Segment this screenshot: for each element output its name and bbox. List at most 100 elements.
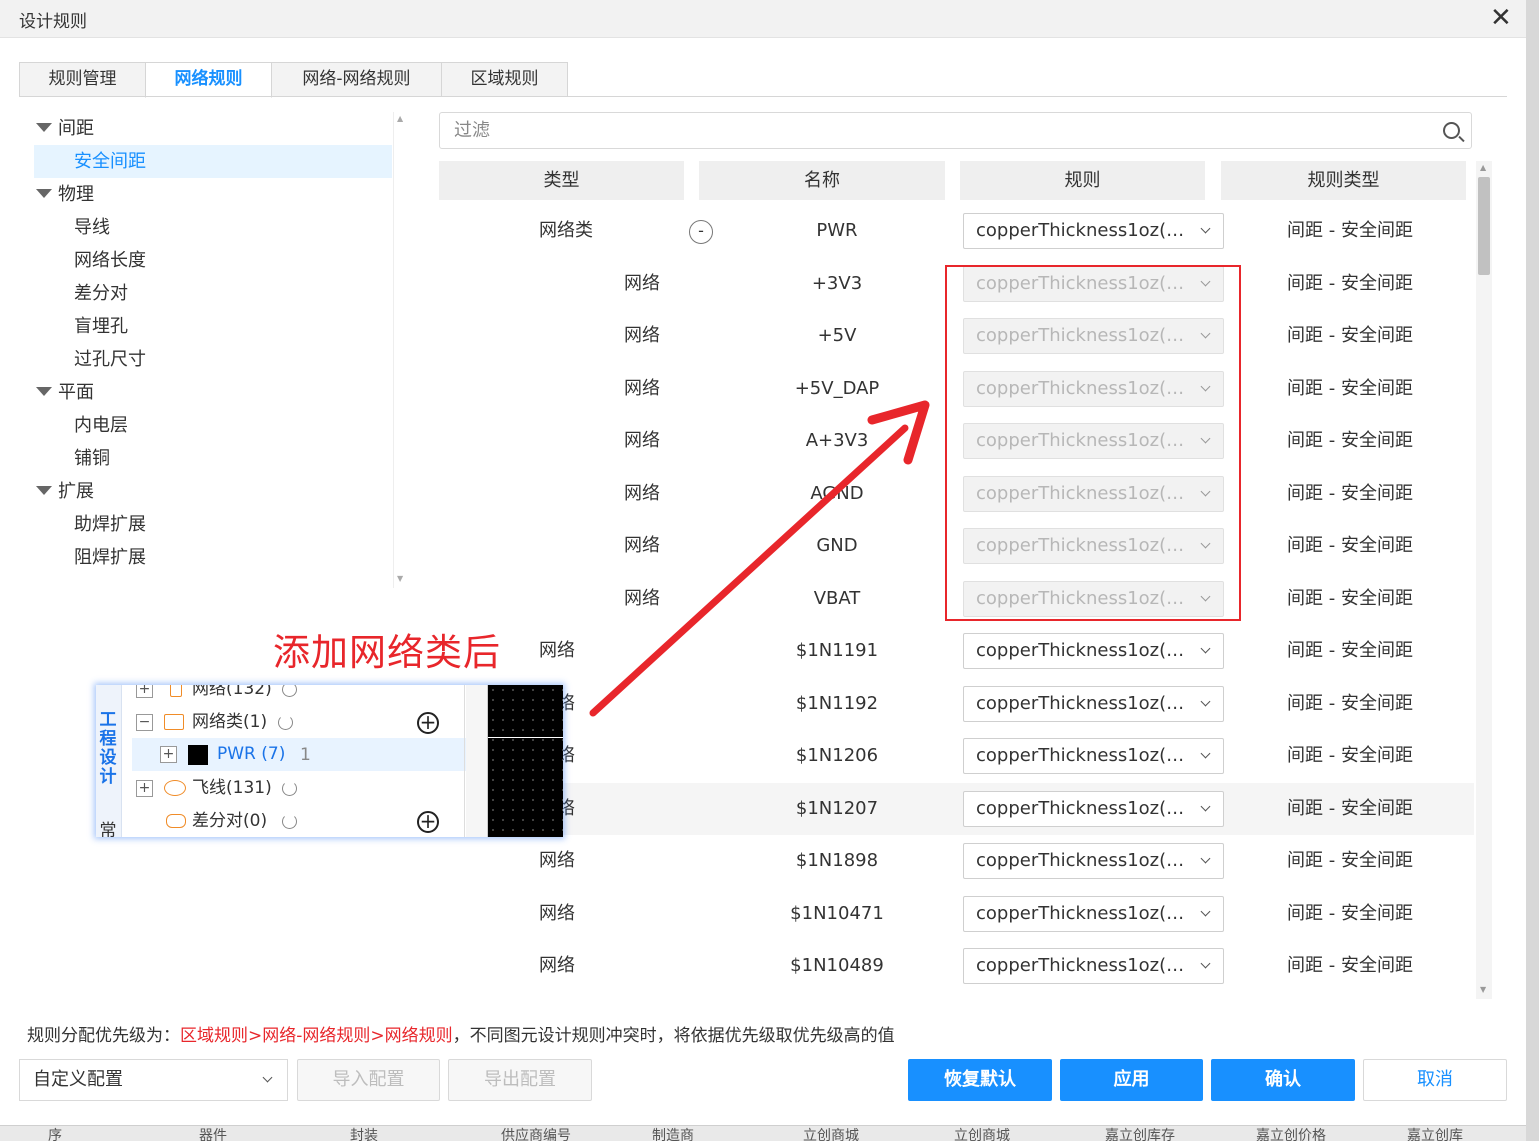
- cell-name: +5V: [817, 325, 857, 346]
- search-icon[interactable]: [1443, 122, 1460, 139]
- apply-button[interactable]: 应用: [1060, 1059, 1203, 1101]
- table-row[interactable]: 网络 $1N10471 copperThickness1oz(默认) 间距 - 安全间…: [439, 888, 1474, 940]
- rule-select[interactable]: copperThickness1oz(默认): [963, 633, 1224, 669]
- filter-input[interactable]: [440, 113, 1430, 148]
- tree-item[interactable]: 过孔尺寸: [34, 343, 392, 376]
- caret-down-icon[interactable]: [36, 188, 52, 198]
- rule-select-value: copperThickness1oz(默认): [976, 745, 1191, 766]
- table-row[interactable]: 网络$1N1192copperThickness1oz(默认)间距 - 安全间距: [439, 678, 1474, 730]
- tree-item[interactable]: 导线: [34, 211, 392, 244]
- expand-plus-icon[interactable]: +: [160, 746, 177, 763]
- refresh-icon[interactable]: [282, 781, 297, 796]
- table-row[interactable]: 网络$1N1207copperThickness1oz(默认)间距 - 安全间距: [439, 782, 1474, 835]
- inset-row-nets[interactable]: + 网络(132): [122, 685, 466, 706]
- scroll-down-icon[interactable]: ▼: [397, 574, 403, 583]
- tree-item[interactable]: 安全间距: [34, 145, 392, 178]
- scroll-up-icon[interactable]: ▲: [1480, 163, 1486, 172]
- caret-down-icon[interactable]: [36, 485, 52, 495]
- cell-rule-type: 间距 - 安全间距: [1287, 850, 1413, 871]
- column-header-type[interactable]: 类型: [439, 161, 684, 200]
- export-config-button[interactable]: 导出配置: [448, 1059, 592, 1101]
- table-row[interactable]: 网络 A+3V3 copperThickness1oz(默认) 间距 - 安全间距: [439, 415, 1474, 467]
- tree-group[interactable]: 扩展: [36, 475, 392, 508]
- expand-plus-icon[interactable]: +: [136, 685, 153, 698]
- column-header-name[interactable]: 名称: [699, 161, 945, 200]
- tree-item[interactable]: 内电层: [34, 409, 392, 442]
- add-circle-icon[interactable]: +: [417, 811, 439, 833]
- add-circle-icon[interactable]: +: [417, 712, 439, 734]
- table-scrollbar[interactable]: ▲ ▼: [1476, 161, 1492, 999]
- table-row[interactable]: 网络 $1N1191 copperThickness1oz(默认) 间距 - 安全间距: [439, 625, 1474, 677]
- rule-select[interactable]: copperThickness1oz(默认): [963, 213, 1224, 249]
- table-row[interactable]: 网络$1N1206copperThickness1oz(默认)间距 - 安全间距: [439, 730, 1474, 782]
- inset-row-ratsnest[interactable]: + 飞线(131): [122, 772, 466, 805]
- inset-row-pwr[interactable]: + PWR (7) 1: [132, 738, 466, 771]
- tab-4[interactable]: 区域规则: [441, 62, 568, 97]
- import-config-button[interactable]: 导入配置: [297, 1059, 440, 1101]
- cell-name: PWR: [816, 220, 858, 241]
- refresh-icon[interactable]: [278, 715, 293, 730]
- column-header-rule[interactable]: 规则: [960, 161, 1205, 200]
- tree-item[interactable]: 阻焊扩展: [34, 541, 392, 574]
- cancel-button[interactable]: 取消: [1363, 1059, 1507, 1101]
- table-row[interactable]: 网络 VBAT copperThickness1oz(默认) 间距 - 安全间距: [439, 573, 1474, 625]
- refresh-icon[interactable]: [282, 814, 297, 829]
- tree-item[interactable]: 盲埋孔: [34, 310, 392, 343]
- tree-scrollbar[interactable]: ▲ ▼: [393, 112, 407, 588]
- background-column-label: 立创商城: [954, 1128, 1010, 1141]
- tree-group[interactable]: 平面: [36, 376, 392, 409]
- tree-item[interactable]: 铺铜: [34, 442, 392, 475]
- tab-1[interactable]: 规则管理: [19, 62, 146, 97]
- tree-item-label: 盲埋孔: [74, 316, 128, 337]
- cell-name: $1N1206: [795, 745, 879, 766]
- tree-group[interactable]: 物理: [36, 178, 392, 211]
- caret-down-icon[interactable]: [36, 122, 52, 132]
- tab-2[interactable]: 网络规则: [145, 62, 272, 98]
- config-select[interactable]: 自定义配置: [19, 1059, 288, 1101]
- rule-select[interactable]: copperThickness1oz(默认): [963, 738, 1224, 774]
- caret-down-icon[interactable]: [36, 386, 52, 396]
- inset-canvas[interactable]: [488, 685, 563, 837]
- rule-select[interactable]: copperThickness1oz(默认): [963, 685, 1224, 722]
- color-swatch[interactable]: [188, 745, 208, 765]
- table-row[interactable]: 网络 +3V3 copperThickness1oz(默认) 间距 - 安全间距: [439, 258, 1474, 310]
- rule-select[interactable]: copperThickness1oz(默认): [963, 895, 1224, 932]
- table-row[interactable]: 网络 GND copperThickness1oz(默认) 间距 - 安全间距: [439, 520, 1474, 572]
- collapse-minus-icon[interactable]: −: [136, 714, 153, 731]
- rule-select[interactable]: copperThickness1oz(默认): [963, 948, 1224, 984]
- background-column-label: 制造商: [652, 1128, 694, 1141]
- table-row[interactable]: 网络 +5V copperThickness1oz(默认) 间距 - 安全间距: [439, 310, 1474, 362]
- inset-row-label: PWR (7): [217, 744, 286, 764]
- table-row[interactable]: 网络类 - PWR copperThickness1oz(默认) 间距 - 安全间距: [439, 205, 1474, 257]
- inset-row-netclass[interactable]: − 网络类(1) +: [122, 706, 466, 739]
- tree-group[interactable]: 间距: [36, 112, 392, 145]
- table-row[interactable]: 网络 AGND copperThickness1oz(默认) 间距 - 安全间距: [439, 468, 1474, 520]
- tree-item-label: 过孔尺寸: [74, 349, 146, 370]
- chevron-down-icon: [1200, 433, 1211, 444]
- rule-select-value: copperThickness1oz(默认): [976, 482, 1191, 504]
- tree-item[interactable]: 助焊扩展: [34, 508, 392, 541]
- confirm-button[interactable]: 确认: [1211, 1059, 1355, 1101]
- inset-row-diffpair[interactable]: 差分对(0) +: [122, 805, 466, 837]
- table-row[interactable]: 网络 $1N1898 copperThickness1oz(默认) 间距 - 安全间距: [439, 835, 1474, 887]
- rule-select: copperThickness1oz(默认): [963, 318, 1224, 354]
- restore-default-button[interactable]: 恢复默认: [908, 1059, 1052, 1101]
- rule-select-value: copperThickness1oz(默认): [976, 850, 1191, 871]
- table-row[interactable]: 网络 $1N10489 copperThickness1oz(默认) 间距 - 安全间…: [439, 940, 1474, 992]
- rule-select[interactable]: copperThickness1oz(默认): [963, 843, 1224, 879]
- table-row[interactable]: 网络 +5V_DAP copperThickness1oz(默认) 间距 - 安全间距: [439, 363, 1474, 415]
- refresh-icon[interactable]: [282, 685, 297, 697]
- expand-plus-icon[interactable]: +: [136, 780, 153, 797]
- column-header-rule-type[interactable]: 规则类型: [1221, 161, 1466, 200]
- scroll-up-icon[interactable]: ▲: [397, 114, 403, 123]
- rule-select[interactable]: copperThickness1oz(默认): [963, 790, 1224, 827]
- tree-item[interactable]: 网络长度: [34, 244, 392, 277]
- scrollbar-thumb[interactable]: [1478, 177, 1490, 275]
- tab-3[interactable]: 网络-网络规则: [271, 62, 442, 97]
- scroll-down-icon[interactable]: ▼: [1480, 985, 1486, 994]
- rule-select: copperThickness1oz(默认): [963, 265, 1224, 302]
- rule-select: copperThickness1oz(默认): [963, 475, 1224, 512]
- tree-item[interactable]: 差分对: [34, 277, 392, 310]
- close-icon[interactable]: ✕: [1490, 4, 1512, 32]
- inset-side-label[interactable]: 工程设计: [98, 711, 118, 787]
